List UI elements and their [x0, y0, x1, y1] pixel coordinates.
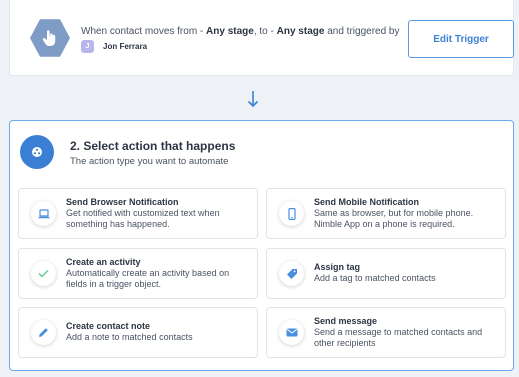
- option-description: Automatically create an activity based o…: [66, 268, 230, 289]
- trigger-text-mid: , to -: [253, 26, 277, 37]
- option-send-browser-notification[interactable]: Send Browser Notification Get notified w…: [18, 188, 258, 239]
- edit-trigger-button[interactable]: Edit Trigger: [408, 20, 514, 58]
- to-stage: Any stage: [276, 26, 325, 37]
- trigger-hexagon: [30, 19, 70, 57]
- triggered-by-user: J Jon Ferrara: [81, 40, 147, 53]
- avatar: J: [81, 40, 94, 53]
- option-title: Create contact note: [66, 321, 151, 331]
- option-title: Send message: [314, 316, 378, 326]
- option-send-mobile-notification[interactable]: Send Mobile Notification Same as browser…: [266, 188, 506, 239]
- laptop-icon: [38, 208, 49, 218]
- check-icon: [38, 270, 49, 278]
- trigger-description: When contact moves from - Any stage, to …: [81, 26, 400, 37]
- option-assign-tag[interactable]: Assign tag Add a tag to matched contacts: [266, 248, 506, 299]
- arrow-down-icon: [247, 91, 259, 108]
- option-create-activity[interactable]: Create an activity Automatically create …: [18, 248, 258, 299]
- option-title: Assign tag: [314, 262, 361, 272]
- option-description: Get notified with customized text when s…: [66, 208, 220, 229]
- option-title: Send Browser Notification: [66, 197, 179, 207]
- action-selection-panel: 2. Select action that happens The action…: [9, 120, 514, 371]
- trigger-text-suffix: and triggered by: [324, 26, 400, 37]
- option-description: Send a message to matched contacts and o…: [314, 327, 483, 348]
- user-name: Jon Ferrara: [103, 42, 148, 51]
- from-stage: Any stage: [206, 26, 254, 37]
- step-icon: [20, 135, 54, 169]
- envelope-icon: [286, 328, 297, 337]
- option-description: Same as browser, but for mobile phone. N…: [314, 208, 474, 229]
- option-send-message[interactable]: Send message Send a message to matched c…: [266, 307, 506, 358]
- mobile-icon: [287, 207, 296, 220]
- option-title: Send Mobile Notification: [314, 197, 419, 207]
- option-create-contact-note[interactable]: Create contact note Add a note to matche…: [18, 307, 258, 358]
- tag-icon: [286, 268, 297, 279]
- trigger-summary-card: When contact moves from - Any stage, to …: [9, 0, 514, 76]
- hand-pointer-icon: [42, 30, 56, 46]
- option-description: Add a note to matched contacts: [66, 332, 193, 342]
- pencil-icon: [39, 328, 48, 337]
- step-subtitle: The action type you want to automate: [70, 156, 229, 167]
- option-description: Add a tag to matched contacts: [314, 273, 436, 283]
- step-title: 2. Select action that happens: [70, 139, 236, 153]
- trigger-text-prefix: When contact moves from -: [81, 26, 207, 37]
- settings-icon: [32, 147, 42, 157]
- option-title: Create an activity: [66, 257, 141, 267]
